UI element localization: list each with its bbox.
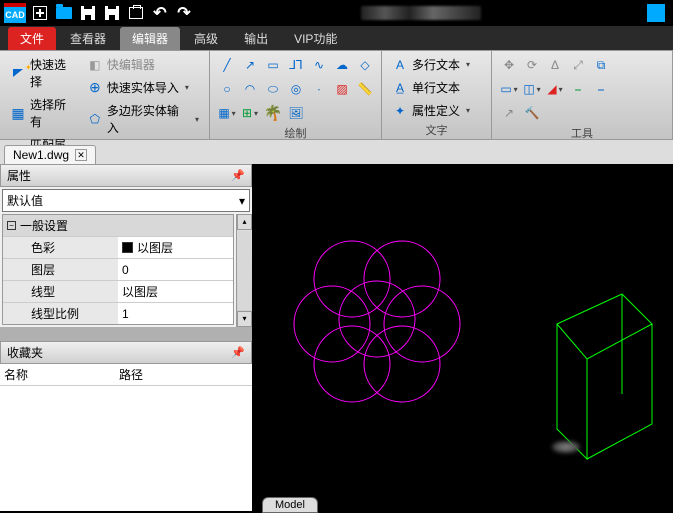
print-button[interactable]	[126, 3, 146, 23]
group-label-tools: 工具	[498, 124, 666, 142]
paint-tool[interactable]: ◢▾	[544, 78, 566, 100]
app-logo[interactable]: CAD	[4, 3, 26, 23]
tab-output[interactable]: 输出	[232, 27, 280, 50]
polygon-input-button[interactable]: ⬠多边形实体输入▾	[83, 100, 203, 138]
title-text	[361, 6, 481, 20]
toolbox-1[interactable]: ▭▾	[498, 78, 520, 100]
new-file-button[interactable]	[30, 3, 50, 23]
quick-select-button[interactable]: 快速选择	[6, 54, 81, 92]
palm-icon[interactable]: 🌴	[262, 102, 284, 124]
copy-tool[interactable]: ⧉	[590, 54, 612, 76]
prop-row-layer[interactable]: 图层0	[3, 258, 233, 280]
default-value-combo[interactable]: 默认值▾	[2, 189, 250, 212]
insert-tool[interactable]: ⊞▾	[239, 102, 261, 124]
point-tool[interactable]: ∙	[308, 78, 330, 100]
save-button[interactable]	[78, 3, 98, 23]
tab-file[interactable]: 文件	[8, 27, 56, 50]
tab-advanced[interactable]: 高级	[182, 27, 230, 50]
select-all-button[interactable]: ▦选择所有	[6, 94, 81, 132]
mtext-button[interactable]: A多行文本▾	[388, 54, 474, 75]
save-as-button[interactable]	[102, 3, 122, 23]
trim-tool[interactable]: Δ	[544, 54, 566, 76]
color-swatch	[122, 242, 133, 253]
spline-tool[interactable]: ∿	[308, 54, 330, 76]
quick-edit-button: ◧快编辑器	[83, 54, 203, 75]
attdef-button[interactable]: ✦属性定义▾	[388, 100, 474, 121]
rect-tool[interactable]: ▭	[262, 54, 284, 76]
chevron-down-icon: ▾	[239, 194, 245, 208]
rotate-tool[interactable]: ⟳	[521, 54, 543, 76]
ellipse-tool[interactable]: ⬭	[262, 78, 284, 100]
green-cube	[557, 294, 652, 459]
image-tool[interactable]: 🖼	[285, 102, 307, 124]
polyline-tool[interactable]: ⅃⅂	[285, 54, 307, 76]
undo-button[interactable]: ↶	[150, 3, 170, 23]
favorites-header: 收藏夹 📌	[0, 341, 252, 364]
prop-row-color[interactable]: 色彩以图层	[3, 236, 233, 258]
join-tool[interactable]: ⎯	[567, 78, 589, 100]
prop-row-ltype[interactable]: 线型以图层	[3, 280, 233, 302]
cloud-tool[interactable]: ☁	[331, 54, 353, 76]
stext-button[interactable]: A̲单行文本	[388, 77, 474, 98]
tab-viewer[interactable]: 查看器	[58, 27, 118, 50]
group-label-text: 文字	[388, 121, 485, 139]
group-label-draw: 绘制	[216, 124, 375, 142]
favorites-list[interactable]	[0, 386, 252, 511]
arrow-tool[interactable]: ↗	[498, 102, 520, 124]
properties-scrollbar[interactable]: ▴ ▾	[236, 214, 252, 327]
category-general[interactable]: −一般设置	[3, 215, 233, 236]
hammer-icon[interactable]: 🔨	[521, 102, 543, 124]
block-tool[interactable]: ▦▾	[216, 102, 238, 124]
pin-icon[interactable]: 📌	[231, 169, 245, 182]
pin-icon[interactable]: 📌	[231, 346, 245, 359]
donut-tool[interactable]: ◎	[285, 78, 307, 100]
circle-tool[interactable]: ○	[216, 78, 238, 100]
tab-vip[interactable]: VIP功能	[282, 27, 349, 50]
arc-tool[interactable]: ◠	[239, 78, 261, 100]
ray-tool[interactable]: ↗	[239, 54, 261, 76]
shape-tool[interactable]: ◇	[354, 54, 376, 76]
scroll-down-icon[interactable]: ▾	[237, 311, 252, 327]
scroll-thumb[interactable]	[238, 231, 251, 310]
drawing-canvas[interactable]: Model	[252, 164, 673, 511]
tab-editor[interactable]: 编辑器	[120, 27, 180, 50]
move-tool[interactable]: ✥	[498, 54, 520, 76]
ucs-icon	[552, 441, 580, 453]
hatch-tool[interactable]: ▨	[331, 78, 353, 100]
favorites-columns: 名称路径	[0, 364, 252, 386]
document-tab[interactable]: New1.dwg ✕	[4, 145, 96, 164]
open-file-button[interactable]	[54, 3, 74, 23]
properties-header: 属性 📌	[0, 164, 252, 187]
toolbox-2[interactable]: ◫▾	[521, 78, 543, 100]
line-tool[interactable]: ╱	[216, 54, 238, 76]
flower-circles	[294, 241, 460, 402]
prop-row-lscale[interactable]: 线型比例1	[3, 302, 233, 324]
scroll-up-icon[interactable]: ▴	[237, 214, 252, 230]
scale-tool[interactable]: ⤢	[567, 54, 589, 76]
extend-tool[interactable]: ⎯	[590, 78, 612, 100]
window-control[interactable]	[647, 4, 665, 22]
document-name: New1.dwg	[13, 148, 69, 162]
measure-tool[interactable]: 📏	[354, 78, 376, 100]
close-tab-icon[interactable]: ✕	[75, 149, 87, 161]
entity-import-button[interactable]: ⊕快速实体导入▾	[83, 77, 203, 98]
redo-button[interactable]: ↷	[174, 3, 194, 23]
